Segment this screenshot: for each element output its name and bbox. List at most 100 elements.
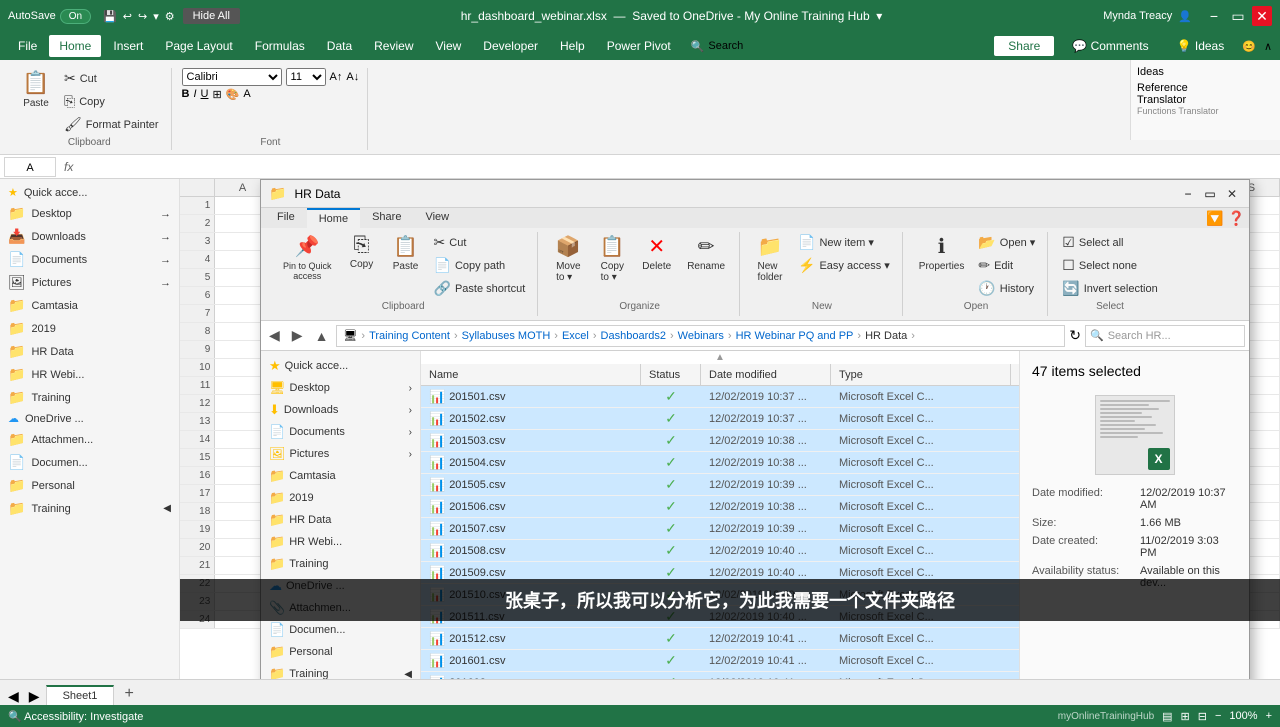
exp-copy-path-btn[interactable]: 📄 Copy path <box>430 255 530 276</box>
nav-documents-item[interactable]: 📄 Documents › <box>261 421 420 443</box>
close-button[interactable]: ✕ <box>1252 6 1272 26</box>
file-row[interactable]: 📊 201505.csv ✓ 12/02/2019 10:39 ... Micr… <box>421 474 1019 496</box>
search-box[interactable]: 🔍 Search <box>691 40 744 53</box>
file-row[interactable]: 📊 201602.csv ✓ 12/02/2019 10:41 ... Micr… <box>421 672 1019 679</box>
up-btn[interactable]: ▲ <box>311 326 333 346</box>
account-icon[interactable]: 👤 <box>1178 10 1192 23</box>
refresh-btn[interactable]: ↻ <box>1069 327 1081 344</box>
nav-2019[interactable]: 📁 2019 <box>0 317 179 340</box>
add-sheet-button[interactable]: + <box>116 683 141 705</box>
increase-font-btn[interactable]: A↑ <box>330 71 343 83</box>
breadcrumb-dashboards2[interactable]: Dashboards2 <box>601 330 666 342</box>
menu-review[interactable]: Review <box>364 35 423 57</box>
exp-paste-btn[interactable]: 📋 Paste <box>386 232 426 274</box>
redo-icon[interactable]: ↪ <box>138 10 147 23</box>
file-row[interactable]: 📊 201503.csv ✓ 12/02/2019 10:38 ... Micr… <box>421 430 1019 452</box>
forward-btn[interactable]: ▶ <box>288 325 307 346</box>
autosave-toggle[interactable]: On <box>60 9 91 24</box>
back-btn[interactable]: ◀ <box>265 325 284 346</box>
customize-icon[interactable]: ⚙ <box>165 10 175 23</box>
explorer-close-btn[interactable]: ✕ <box>1223 185 1241 203</box>
zoom-in-btn[interactable]: + <box>1266 710 1272 722</box>
ideas-button[interactable]: 💡 Ideas <box>1167 36 1235 56</box>
file-row[interactable]: 📊 201601.csv ✓ 12/02/2019 10:41 ... Micr… <box>421 650 1019 672</box>
undo-icon[interactable]: ↩ <box>123 10 132 23</box>
exp-copy-btn[interactable]: ⎘ Copy <box>342 232 382 272</box>
nav-pictures[interactable]: 🖼 Pictures → <box>0 271 179 294</box>
exp-pin-btn[interactable]: 📌 Pin to Quickaccess <box>277 232 338 283</box>
view-layout-btn[interactable]: ⊞ <box>1181 710 1190 723</box>
explorer-search-box[interactable]: 🔍 Search HR... <box>1085 325 1245 347</box>
col-header-type[interactable]: Type <box>831 364 1011 385</box>
nav-documents-2[interactable]: 📄 Documen... <box>0 451 179 474</box>
col-header-status[interactable]: Status <box>641 364 701 385</box>
sheet-tab-sheet1[interactable]: Sheet1 <box>46 685 115 705</box>
menu-view[interactable]: View <box>426 35 472 57</box>
file-row[interactable]: 📊 201501.csv ✓ 12/02/2019 10:37 ... Micr… <box>421 386 1019 408</box>
menu-file[interactable]: File <box>8 35 47 57</box>
menu-developer[interactable]: Developer <box>473 35 548 57</box>
formula-input[interactable] <box>81 161 1276 173</box>
border-btn[interactable]: ⊞ <box>213 88 222 101</box>
menu-help[interactable]: Help <box>550 35 595 57</box>
exp-new-item-btn[interactable]: 📄 New item ▾ <box>794 232 894 253</box>
explorer-up-btn[interactable]: ❓ <box>1228 210 1245 227</box>
breadcrumb-webinars[interactable]: Webinars <box>678 330 724 342</box>
nav-attachments[interactable]: 📁 Attachmen... <box>0 428 179 451</box>
nav-hrdata-item[interactable]: 📁 HR Data <box>261 509 420 531</box>
explorer-minimize-btn[interactable]: − <box>1179 185 1197 203</box>
breadcrumb-syllabuses[interactable]: Syllabuses MOTH <box>462 330 551 342</box>
bold-btn[interactable]: B <box>182 88 190 101</box>
explorer-tab-view[interactable]: View <box>413 208 461 228</box>
nav-desktop-item[interactable]: 🖥 Desktop › <box>261 377 420 399</box>
nav-docs2-item[interactable]: 📄 Documen... <box>261 619 420 641</box>
nav-2019-item[interactable]: 📁 2019 <box>261 487 420 509</box>
view-normal-btn[interactable]: ▤ <box>1162 710 1172 723</box>
paste-button[interactable]: 📋 Paste <box>16 68 56 111</box>
format-painter-button[interactable]: 🖌 Format Painter <box>60 114 163 135</box>
menu-formulas[interactable]: Formulas <box>245 35 315 57</box>
share-button[interactable]: Share <box>994 36 1054 56</box>
breadcrumb-excel[interactable]: Excel <box>562 330 589 342</box>
underline-btn[interactable]: U <box>201 88 209 101</box>
exp-rename-btn[interactable]: ✏ Rename <box>681 232 731 274</box>
explorer-tab-share[interactable]: Share <box>360 208 413 228</box>
decrease-font-btn[interactable]: A↓ <box>346 71 359 83</box>
exp-history-btn[interactable]: 🕐 History <box>974 278 1039 299</box>
translator-item[interactable]: Translator <box>1137 94 1274 106</box>
exp-copy-to-btn[interactable]: 📋 Copyto ▾ <box>592 232 632 285</box>
nav-hr-data[interactable]: 📁 HR Data <box>0 340 179 363</box>
nav-quick-access[interactable]: ★ Quick acce... <box>0 183 179 202</box>
exp-open-btn[interactable]: 📂 Open ▾ <box>974 232 1039 253</box>
emoji-icon[interactable]: 😊 <box>1242 40 1256 53</box>
file-list-scroll[interactable]: 📊 201501.csv ✓ 12/02/2019 10:37 ... Micr… <box>421 386 1019 679</box>
minimize-button[interactable]: − <box>1204 6 1224 26</box>
nav-training-item[interactable]: 📁 Training <box>261 553 420 575</box>
accessibility-label[interactable]: 🔍 Accessibility: Investigate <box>8 710 143 723</box>
breadcrumb-hr-webinar[interactable]: HR Webinar PQ and PP <box>736 330 854 342</box>
hide-all-btn[interactable]: Hide All <box>183 8 240 24</box>
fill-color-btn[interactable]: 🎨 <box>226 88 240 101</box>
nav-downloads-item[interactable]: ⬇ Downloads › <box>261 399 420 421</box>
nav-pictures-item[interactable]: 🖼 Pictures › <box>261 443 420 465</box>
exp-new-folder-btn[interactable]: 📁 Newfolder <box>750 232 790 285</box>
italic-btn[interactable]: I <box>193 88 196 101</box>
scroll-up-arrow[interactable]: ▲ <box>421 351 1019 364</box>
menu-insert[interactable]: Insert <box>103 35 153 57</box>
nav-hr-webinar[interactable]: 📁 HR Webi... <box>0 363 179 386</box>
sheet-nav-left[interactable]: ◀ <box>4 688 23 705</box>
exp-select-all-btn[interactable]: ☑ Select all <box>1058 232 1161 253</box>
menu-home[interactable]: Home <box>49 35 101 57</box>
save-icon[interactable]: 💾 <box>103 10 117 23</box>
font-select[interactable]: Calibri <box>182 68 282 86</box>
undo-dropdown-icon[interactable]: ▾ <box>153 10 159 23</box>
file-row[interactable]: 📊 201506.csv ✓ 12/02/2019 10:38 ... Micr… <box>421 496 1019 518</box>
menu-page-layout[interactable]: Page Layout <box>155 35 242 57</box>
exp-invert-selection-btn[interactable]: 🔄 Invert selection <box>1058 278 1161 299</box>
exp-easy-access-btn[interactable]: ⚡ Easy access ▾ <box>794 255 894 276</box>
nav-camtasia[interactable]: 📁 Camtasia <box>0 294 179 317</box>
nav-downloads[interactable]: 📥 Downloads → <box>0 225 179 248</box>
cut-button[interactable]: ✂ Cut <box>60 68 163 89</box>
nav-desktop[interactable]: 📁 Desktop → <box>0 202 179 225</box>
nav-training2-item[interactable]: 📁 Training ◀ <box>261 663 420 679</box>
